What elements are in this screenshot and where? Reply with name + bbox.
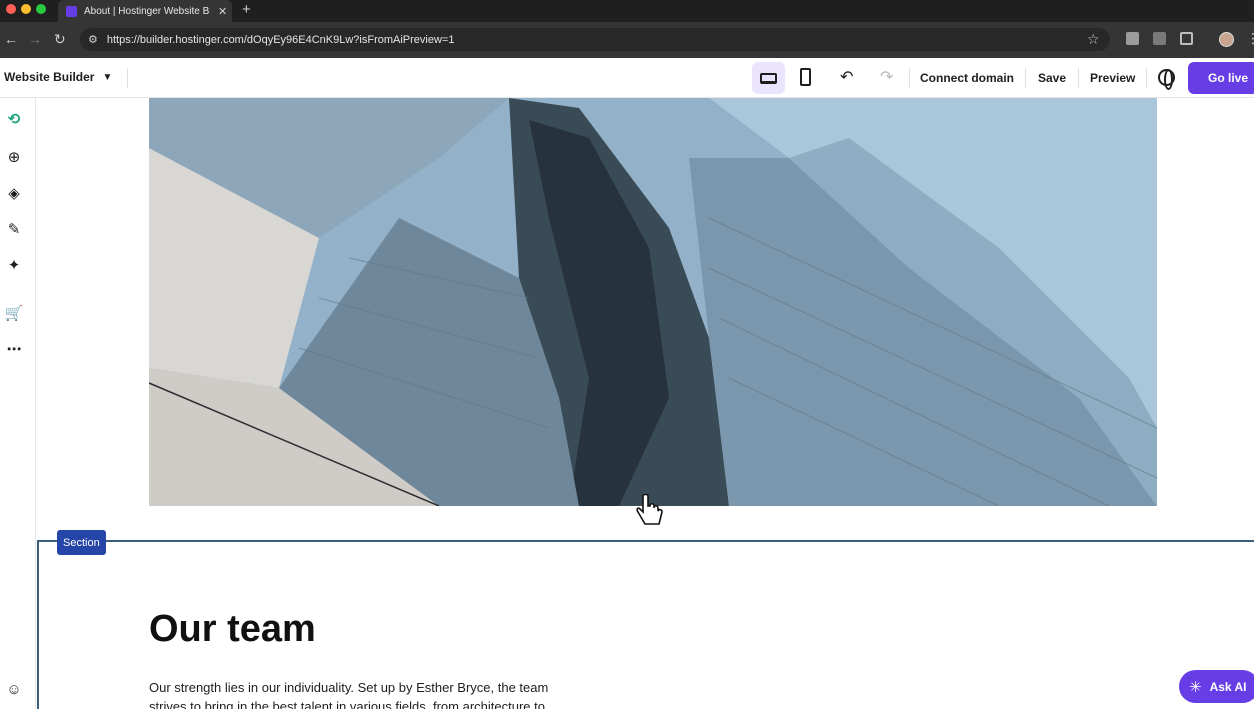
builder-toolbar: Website Builder ▼ ↶ ↷ Connect domain Sav… bbox=[0, 58, 1254, 98]
add-element-icon[interactable]: ⊕ bbox=[5, 148, 23, 166]
connect-domain-button[interactable]: Connect domain bbox=[920, 71, 1014, 85]
left-sidebar: ⟲ ⊕ ◈ ✎ ✦ 🛒 ⋯ ☺ bbox=[0, 98, 36, 709]
ai-tools-icon[interactable]: ✦ bbox=[5, 256, 23, 274]
go-live-button[interactable]: Go live bbox=[1188, 62, 1254, 94]
url-field[interactable]: ⚙ https://builder.hostinger.com/dOqyEy96… bbox=[80, 28, 1110, 51]
url-text: https://builder.hostinger.com/dOqyEy96E4… bbox=[106, 33, 455, 46]
new-tab-icon[interactable]: + bbox=[242, 1, 251, 18]
layers-icon[interactable]: ◈ bbox=[5, 184, 23, 202]
help-icon[interactable]: ☺ bbox=[5, 680, 23, 698]
globe-icon[interactable] bbox=[1158, 69, 1175, 90]
back-icon[interactable]: ← bbox=[4, 31, 18, 47]
logo-icon[interactable]: ⟲ bbox=[5, 110, 23, 128]
redo-icon[interactable]: ↷ bbox=[880, 67, 893, 87]
browser-tab[interactable]: About | Hostinger Website Bu ✕ bbox=[58, 0, 232, 22]
save-button[interactable]: Save bbox=[1038, 71, 1066, 85]
building-illustration bbox=[149, 98, 1157, 506]
toolbar-divider bbox=[1078, 68, 1079, 88]
hand-cursor-icon bbox=[636, 494, 663, 525]
bookmark-star-icon[interactable]: ☆ bbox=[1087, 31, 1100, 48]
forward-icon[interactable]: → bbox=[28, 31, 42, 47]
browser-address-bar: ← → ↻ ⚙ https://builder.hostinger.com/dO… bbox=[0, 22, 1254, 58]
close-tab-icon[interactable]: ✕ bbox=[218, 5, 227, 18]
toolbar-divider bbox=[127, 68, 128, 88]
team-paragraph[interactable]: Our strength lies in our individuality. … bbox=[149, 678, 569, 709]
ask-ai-button[interactable]: ✳ Ask AI bbox=[1179, 670, 1254, 703]
website-builder-menu[interactable]: Website Builder ▼ bbox=[4, 70, 112, 84]
reload-icon[interactable]: ↻ bbox=[54, 31, 66, 48]
profile-avatar[interactable] bbox=[1219, 32, 1234, 47]
ai-sparkle-icon: ✳ bbox=[1189, 678, 1202, 696]
extensions-puzzle-icon[interactable] bbox=[1180, 32, 1193, 45]
mobile-view-button[interactable] bbox=[800, 68, 811, 86]
desktop-view-button[interactable] bbox=[752, 62, 785, 94]
chevron-down-icon: ▼ bbox=[102, 71, 113, 83]
site-settings-icon[interactable]: ⚙ bbox=[88, 33, 98, 46]
toolbar-divider bbox=[1146, 68, 1147, 88]
styles-icon[interactable]: ✎ bbox=[5, 220, 23, 238]
brand-label: Website Builder bbox=[4, 70, 95, 84]
browser-menu-icon[interactable]: ⋮ bbox=[1246, 30, 1254, 47]
undo-icon[interactable]: ↶ bbox=[840, 67, 853, 87]
hostinger-favicon-icon bbox=[66, 5, 77, 17]
team-heading[interactable]: Our team bbox=[149, 608, 316, 651]
page-canvas: Section Our team Our strength lies in ou… bbox=[37, 98, 1254, 709]
browser-tabstrip: About | Hostinger Website Bu ✕ + bbox=[0, 0, 1254, 22]
ask-ai-label: Ask AI bbox=[1209, 679, 1247, 694]
more-icon[interactable]: ⋯ bbox=[5, 340, 23, 358]
minimize-window-button[interactable] bbox=[21, 4, 31, 14]
hero-building-image[interactable] bbox=[149, 98, 1157, 506]
toolbar-divider bbox=[1025, 68, 1026, 88]
toolbar-divider bbox=[909, 68, 910, 88]
section-label-badge[interactable]: Section bbox=[57, 530, 106, 555]
laptop-icon bbox=[760, 72, 777, 84]
close-window-button[interactable] bbox=[6, 4, 16, 14]
maximize-window-button[interactable] bbox=[36, 4, 46, 14]
store-cart-icon[interactable]: 🛒 bbox=[5, 304, 24, 322]
extension-video-icon[interactable] bbox=[1153, 32, 1166, 45]
tab-title: About | Hostinger Website Bu bbox=[84, 5, 210, 17]
extension-pen-icon[interactable] bbox=[1126, 32, 1139, 45]
preview-button[interactable]: Preview bbox=[1090, 71, 1135, 85]
